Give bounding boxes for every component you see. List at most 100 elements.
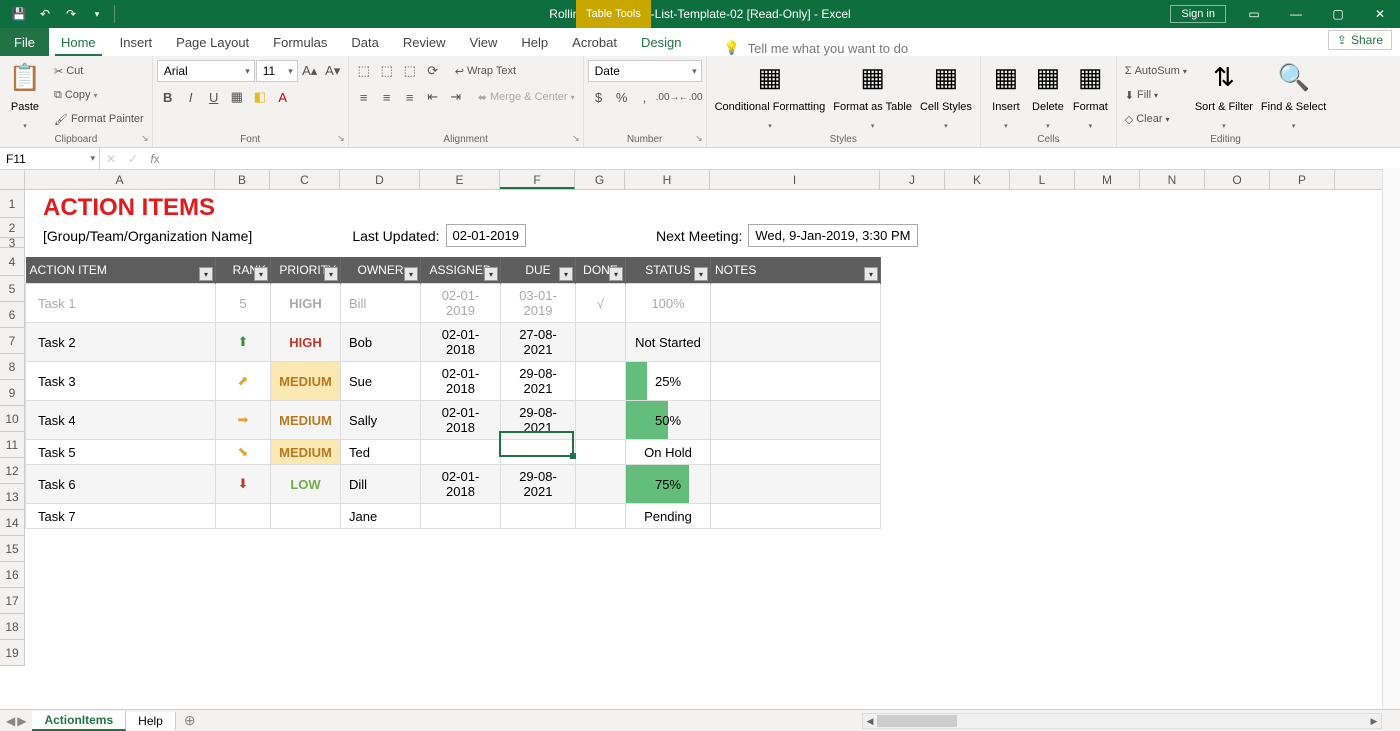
sheet-nav[interactable]: ◀▶ xyxy=(0,714,32,728)
table-cell[interactable]: 100% xyxy=(626,284,711,323)
scrollbar-thumb[interactable] xyxy=(877,715,957,727)
filter-dropdown-icon[interactable]: ▾ xyxy=(484,267,498,281)
table-cell[interactable] xyxy=(576,504,626,529)
save-icon[interactable]: 💾 xyxy=(8,3,30,25)
row-header[interactable]: 8 xyxy=(0,354,24,380)
table-cell[interactable] xyxy=(711,284,881,323)
share-button[interactable]: ⇪ Share xyxy=(1328,30,1392,50)
scroll-left-icon[interactable]: ◀ xyxy=(863,714,877,728)
table-cell[interactable]: LOW xyxy=(271,465,341,504)
table-cell[interactable]: 75% xyxy=(626,465,711,504)
orientation-button[interactable]: ⟳ xyxy=(422,60,444,82)
table-cell[interactable]: Pending xyxy=(626,504,711,529)
row-header[interactable]: 13 xyxy=(0,484,24,510)
horizontal-scrollbar[interactable]: ◀ ▶ xyxy=(862,713,1382,729)
row-header[interactable]: 7 xyxy=(0,328,24,354)
filter-dropdown-icon[interactable]: ▾ xyxy=(324,267,338,281)
table-cell[interactable] xyxy=(711,401,881,440)
find-select-button[interactable]: 🔍Find & Select▾ xyxy=(1257,60,1330,132)
minimize-icon[interactable]: — xyxy=(1276,0,1316,28)
table-cell[interactable]: MEDIUM xyxy=(271,440,341,465)
dialog-launcher-icon[interactable]: ↘ xyxy=(141,133,149,144)
table-cell[interactable]: Task 2 xyxy=(26,323,216,362)
table-cell[interactable]: ➡ xyxy=(216,401,271,440)
column-header[interactable]: G xyxy=(575,170,625,189)
table-cell[interactable]: Task 4 xyxy=(26,401,216,440)
row-header[interactable]: 15 xyxy=(0,536,24,562)
font-name-combo[interactable]: Arial xyxy=(157,60,255,82)
row-header[interactable]: 3 xyxy=(0,238,24,248)
table-cell[interactable]: Ted xyxy=(341,440,421,465)
column-header[interactable]: N xyxy=(1140,170,1205,189)
filter-dropdown-icon[interactable]: ▾ xyxy=(199,267,213,281)
comma-button[interactable]: , xyxy=(634,86,656,108)
column-header[interactable]: L xyxy=(1010,170,1075,189)
table-cell[interactable]: ⬈ xyxy=(216,362,271,401)
table-header[interactable]: ACTION ITEM▾ xyxy=(26,257,216,284)
italic-button[interactable]: I xyxy=(180,86,202,108)
increase-indent-button[interactable]: ⇥ xyxy=(445,86,467,108)
row-header[interactable]: 1 xyxy=(0,190,24,218)
tab-file[interactable]: File xyxy=(0,28,49,56)
row-header[interactable]: 12 xyxy=(0,458,24,484)
filter-dropdown-icon[interactable]: ▾ xyxy=(404,267,418,281)
table-cell[interactable]: 02-01-2018 xyxy=(421,465,501,504)
table-cell[interactable]: 27-08-2021 xyxy=(501,323,576,362)
table-cell[interactable]: Bob xyxy=(341,323,421,362)
table-cell[interactable]: Sue xyxy=(341,362,421,401)
filter-dropdown-icon[interactable]: ▾ xyxy=(609,267,623,281)
row-header[interactable]: 17 xyxy=(0,588,24,614)
align-middle-button[interactable]: ⬚ xyxy=(376,60,398,82)
align-left-button[interactable]: ≡ xyxy=(353,86,375,108)
table-row[interactable]: Task 15HIGHBill02-01-201903-01-2019√100% xyxy=(26,284,881,323)
table-header[interactable]: PRIORITY▾ xyxy=(271,257,341,284)
table-cell[interactable] xyxy=(421,504,501,529)
table-cell[interactable]: Task 1 xyxy=(26,284,216,323)
row-header[interactable]: 6 xyxy=(0,302,24,328)
align-bottom-button[interactable]: ⬚ xyxy=(399,60,421,82)
column-header[interactable]: I xyxy=(710,170,880,189)
table-cell[interactable]: HIGH xyxy=(271,284,341,323)
signin-button[interactable]: Sign in xyxy=(1170,5,1226,23)
table-header[interactable]: DONE▾ xyxy=(576,257,626,284)
column-header[interactable]: B xyxy=(215,170,270,189)
tab-data[interactable]: Data xyxy=(339,28,390,56)
row-header[interactable]: 16 xyxy=(0,562,24,588)
ribbon-display-icon[interactable]: ▭ xyxy=(1234,0,1274,28)
tab-formulas[interactable]: Formulas xyxy=(261,28,339,56)
table-cell[interactable] xyxy=(576,465,626,504)
dialog-launcher-icon[interactable]: ↘ xyxy=(695,133,703,144)
table-cell[interactable]: 02-01-2018 xyxy=(421,362,501,401)
clear-button[interactable]: ◇Clear▾ xyxy=(1121,108,1191,130)
row-header[interactable]: 11 xyxy=(0,432,24,458)
chevron-left-icon[interactable]: ◀ xyxy=(6,714,15,728)
copy-button[interactable]: ⧉Copy▾ xyxy=(50,84,148,106)
name-box[interactable]: F11 xyxy=(0,148,100,169)
row-header[interactable]: 10 xyxy=(0,406,24,432)
table-cell[interactable]: 5 xyxy=(216,284,271,323)
tab-design[interactable]: Design xyxy=(629,28,693,56)
column-header[interactable]: C xyxy=(270,170,340,189)
merge-center-button[interactable]: ⬌Merge & Center▾ xyxy=(474,86,579,108)
table-cell[interactable]: On Hold xyxy=(626,440,711,465)
table-row[interactable]: Task 6⬇LOWDill02-01-201829-08-202175% xyxy=(26,465,881,504)
table-header[interactable]: STATUS▾ xyxy=(626,257,711,284)
maximize-icon[interactable]: ▢ xyxy=(1318,0,1358,28)
row-header[interactable]: 18 xyxy=(0,614,24,640)
borders-button[interactable]: ▦ xyxy=(226,86,248,108)
column-header[interactable]: O xyxy=(1205,170,1270,189)
add-sheet-button[interactable]: ⊕ xyxy=(176,712,204,729)
table-cell[interactable] xyxy=(576,323,626,362)
table-cell[interactable]: ⬆ xyxy=(216,323,271,362)
column-header[interactable]: A xyxy=(25,170,215,189)
close-icon[interactable]: ✕ xyxy=(1360,0,1400,28)
table-row[interactable]: Task 3⬈MEDIUMSue02-01-201829-08-202125% xyxy=(26,362,881,401)
last-updated-value[interactable]: 02-01-2019 xyxy=(446,224,527,247)
autosum-button[interactable]: ΣAutoSum▾ xyxy=(1121,60,1191,82)
table-cell[interactable]: 03-01-2019 xyxy=(501,284,576,323)
next-meeting-value[interactable]: Wed, 9-Jan-2019, 3:30 PM xyxy=(748,224,917,247)
cut-button[interactable]: ✂Cut xyxy=(50,60,148,82)
table-cell[interactable]: 25% xyxy=(626,362,711,401)
column-header[interactable]: J xyxy=(880,170,945,189)
table-row[interactable]: Task 4➡MEDIUMSally02-01-201829-08-202150… xyxy=(26,401,881,440)
